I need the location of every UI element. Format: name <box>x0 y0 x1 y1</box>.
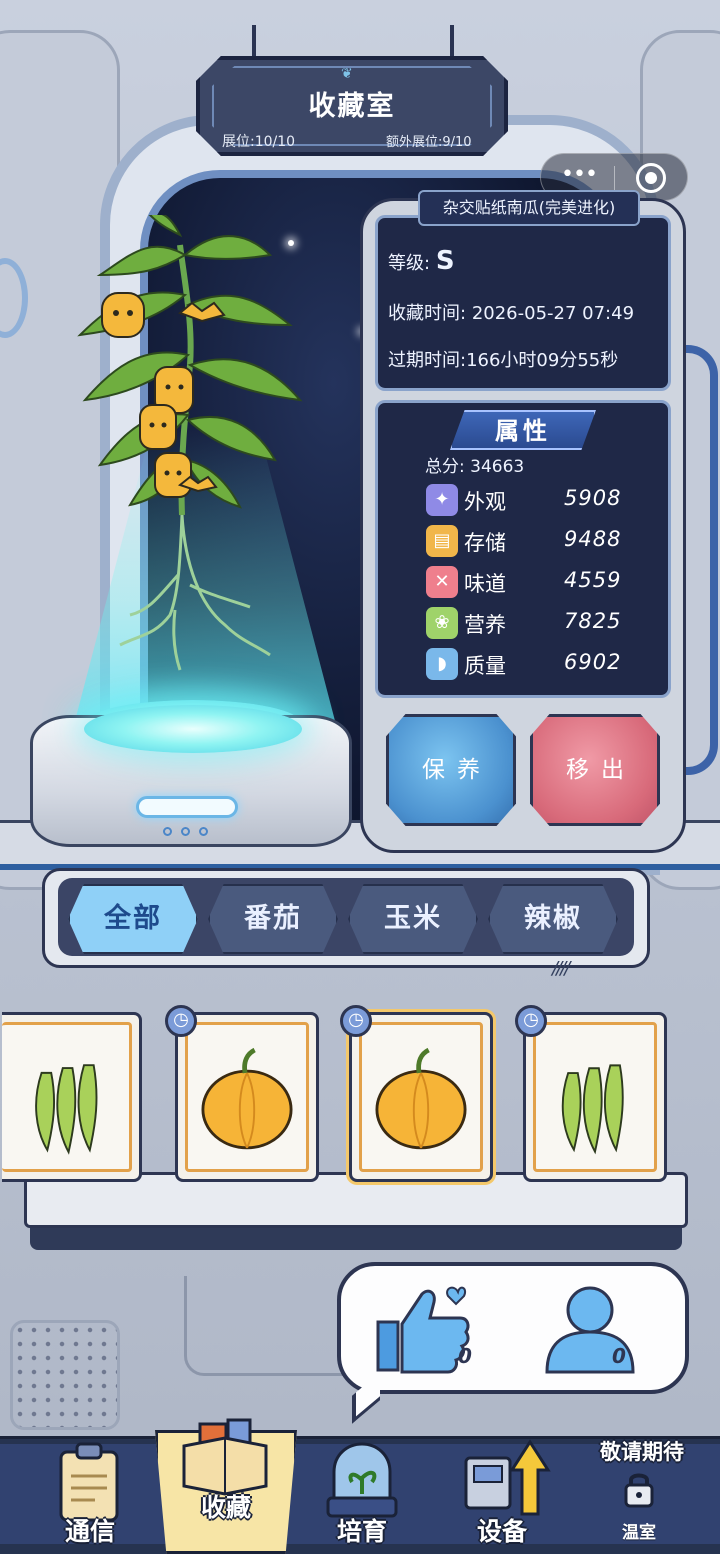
card-shelf-base <box>30 1228 682 1250</box>
expire-time-row: 过期时间:166小时09分55秒 <box>388 346 618 372</box>
timer-clock-icon: ◷ <box>515 1005 547 1037</box>
collection-card-okra[interactable] <box>2 1012 142 1182</box>
attribute-label: 存储 <box>464 531 506 555</box>
pumpkin-plant[interactable] <box>60 215 330 685</box>
okra-icon <box>561 1064 624 1155</box>
speaker-grill <box>10 1320 120 1430</box>
box-icon <box>182 1418 268 1496</box>
total-score: 总分: 34663 <box>425 452 524 477</box>
pumpkin-icon <box>201 1047 293 1150</box>
plant-name: 杂交贴纸南瓜(完美进化) <box>418 190 640 226</box>
nav-item-equipment[interactable]: 设备 <box>440 1436 564 1554</box>
attribute-value: 7825 <box>564 609 622 633</box>
tab-corn[interactable]: 玉米 <box>348 884 478 954</box>
page-title: 收藏室 <box>308 91 396 122</box>
more-dots-icon[interactable]: ••• <box>559 164 599 190</box>
nav-label: 通信 <box>64 1517 115 1546</box>
tab-all[interactable]: 全部 <box>68 884 198 954</box>
plant-roots <box>119 514 271 671</box>
target-icon[interactable] <box>636 163 666 193</box>
attribute-label: 质量 <box>464 654 506 678</box>
pumpkin-icon <box>375 1047 467 1150</box>
nav-item-collection[interactable]: 收藏 <box>160 1416 292 1528</box>
collection-card-pumpkin-selected[interactable] <box>349 1012 493 1182</box>
tab-bar-decoration: //// <box>552 958 570 979</box>
attribute-value: 6902 <box>564 650 622 674</box>
attribute-row-storage: ▤ 存储 9488 <box>426 523 636 559</box>
attribute-label: 外观 <box>464 490 506 514</box>
expire-time-label: 过期时间: <box>388 350 467 371</box>
timer-clock-icon: ◷ <box>165 1005 197 1037</box>
attribute-row-nutrition: ❀ 营养 7825 <box>426 605 636 641</box>
remove-button[interactable]: 移出 <box>530 714 660 826</box>
pedestal-dot <box>181 827 190 836</box>
timer-clock-icon: ◷ <box>340 1005 372 1037</box>
lock-icon <box>624 1473 654 1508</box>
attribute-label: 营养 <box>464 613 506 637</box>
capsule-divider <box>614 166 615 190</box>
collect-time-label: 收藏时间: <box>388 303 467 324</box>
nav-item-messages[interactable]: 通信 <box>30 1436 150 1554</box>
attribute-label: 味道 <box>464 572 506 596</box>
tab-tomato[interactable]: 番茄 <box>208 884 338 954</box>
clipboard-icon <box>59 1442 119 1522</box>
storage-icon: ▤ <box>426 525 458 557</box>
nav-label: 培育 <box>336 1517 387 1546</box>
attribute-value: 4559 <box>564 568 622 592</box>
slot-count: 展位:10/10 <box>222 134 296 150</box>
attribute-value: 9488 <box>564 527 622 551</box>
side-pipe <box>682 345 718 775</box>
grade-label: 等级: <box>388 253 431 274</box>
attribute-row-taste: ✕ 味道 4559 <box>426 564 636 600</box>
collection-card-okra[interactable] <box>523 1012 667 1182</box>
tab-chili[interactable]: 辣椒 <box>488 884 618 954</box>
pedestal-glow <box>84 705 302 753</box>
collection-card-pumpkin[interactable] <box>175 1012 319 1182</box>
attribute-value: 5908 <box>564 486 622 510</box>
sparkle-icon: ✦ <box>426 484 458 516</box>
muscle-icon: ◗ <box>426 648 458 680</box>
collect-time-row: 收藏时间: 2026-05-27 07:49 <box>388 299 634 325</box>
sprout-icon: ❦ <box>341 66 353 82</box>
nutrition-icon: ❀ <box>426 607 458 639</box>
visitor-count: 0 <box>612 1344 626 1368</box>
collect-time-value: 2026-05-27 07:49 <box>471 303 635 324</box>
total-score-label: 总分: <box>425 457 465 477</box>
maintain-button[interactable]: 保养 <box>386 714 516 826</box>
nav-label: 设备 <box>476 1517 527 1546</box>
visitor-icon[interactable] <box>535 1280 645 1380</box>
nav-item-breeding[interactable]: 培育 <box>300 1436 424 1554</box>
utensils-icon: ✕ <box>426 566 458 598</box>
okra-icon <box>35 1064 98 1155</box>
expire-time-value: 166小时09分55秒 <box>466 350 619 371</box>
coming-soon-label: 敬请期待 <box>600 1440 684 1464</box>
pedestal-dot <box>163 827 172 836</box>
like-count: 0 <box>458 1344 472 1368</box>
nav-item-greenhouse[interactable]: 温室 <box>600 1518 678 1543</box>
extra-slot-count: 额外展位:9/10 <box>386 135 472 150</box>
grade-value: S <box>435 246 455 276</box>
machine-upgrade-icon <box>464 1439 551 1516</box>
grade-row: 等级: S <box>388 246 455 276</box>
attribute-row-quality: ◗ 质量 6902 <box>426 646 636 682</box>
attribute-row-appearance: ✦ 外观 5908 <box>426 482 636 518</box>
pedestal-dot <box>199 827 208 836</box>
total-score-value: 34663 <box>470 457 525 477</box>
nav-label: 收藏 <box>200 1493 251 1522</box>
pedestal-light <box>136 796 238 818</box>
seedling-dome-icon <box>326 1442 398 1518</box>
attribute-title: 属性 <box>450 410 596 450</box>
